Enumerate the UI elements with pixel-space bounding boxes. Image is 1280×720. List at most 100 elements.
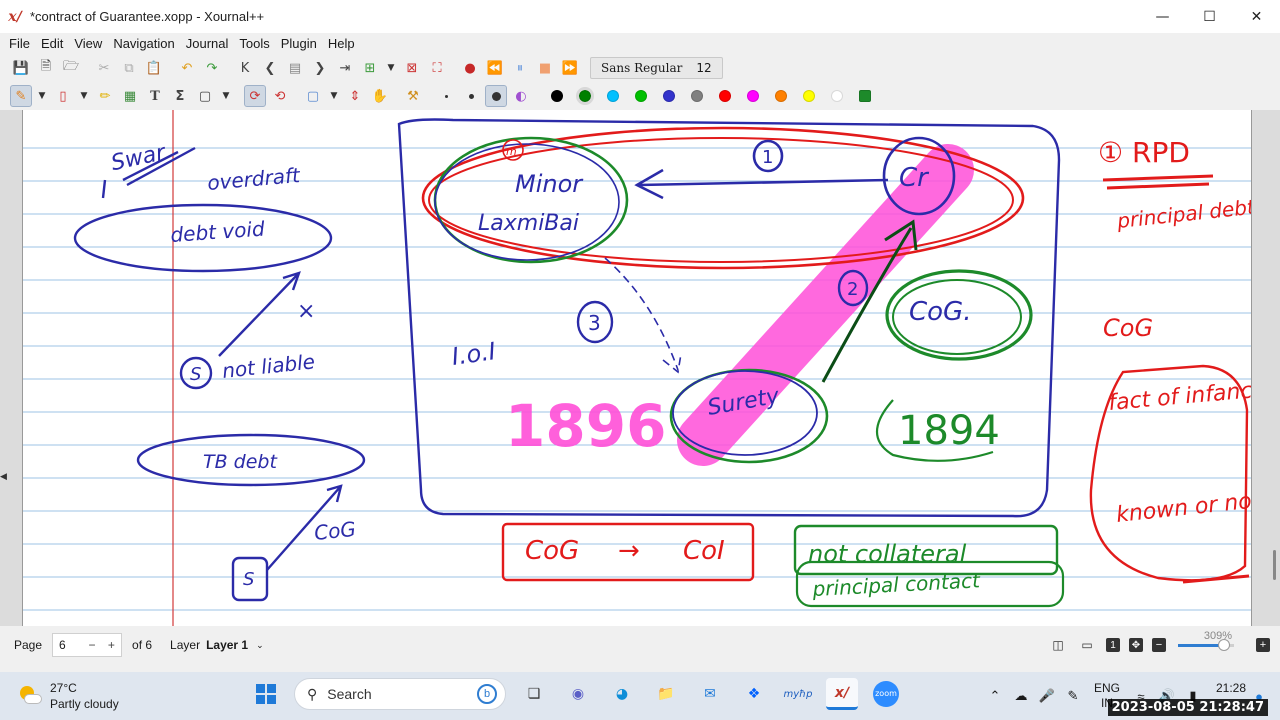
pause-icon[interactable]: ⏸ bbox=[509, 57, 531, 79]
windows-start-icon[interactable] bbox=[250, 678, 282, 710]
microphone-icon[interactable]: 🎤 bbox=[1034, 688, 1060, 704]
zoom-100-icon[interactable]: 1 bbox=[1106, 638, 1120, 652]
ruler-snap-icon[interactable]: ⟳ bbox=[244, 85, 266, 107]
color-green-swatch[interactable] bbox=[576, 87, 594, 105]
menu-plugin[interactable]: Plugin bbox=[280, 36, 318, 51]
color-orange-swatch[interactable] bbox=[775, 90, 787, 102]
shape-icon[interactable]: ▢ bbox=[194, 85, 216, 107]
presentation-icon[interactable]: ▭ bbox=[1077, 635, 1097, 655]
myhp-icon[interactable]: myħp bbox=[782, 678, 814, 710]
menu-navigation[interactable]: Navigation bbox=[112, 36, 175, 51]
goto-page-icon[interactable]: ▤ bbox=[284, 57, 306, 79]
vertical-scrollbar[interactable] bbox=[1273, 550, 1276, 580]
formula-icon[interactable]: Σ bbox=[169, 85, 191, 107]
close-button[interactable]: ✕ bbox=[1233, 0, 1280, 33]
mail-icon[interactable]: ✉ bbox=[694, 678, 726, 710]
collapse-sidebar-icon[interactable]: ◀ bbox=[0, 472, 7, 482]
next-page-icon[interactable]: ❯ bbox=[309, 57, 331, 79]
new-document-icon[interactable]: 🗎 bbox=[35, 57, 57, 79]
file-explorer-icon[interactable]: 📁 bbox=[650, 678, 682, 710]
layer-select[interactable]: Layer 1 bbox=[206, 638, 248, 652]
forward-icon[interactable]: ⏩ bbox=[559, 57, 581, 79]
previous-page-icon[interactable]: ❮ bbox=[259, 57, 281, 79]
pen-dropdown-icon[interactable]: ▼ bbox=[35, 85, 49, 107]
color-magenta-swatch[interactable] bbox=[747, 90, 759, 102]
select-rect-icon[interactable]: ▢ bbox=[302, 85, 324, 107]
open-folder-icon[interactable]: 🗁 bbox=[60, 57, 82, 79]
delete-page-icon[interactable]: ⊠ bbox=[401, 57, 423, 79]
dropbox-icon[interactable]: ❖ bbox=[738, 678, 770, 710]
menu-edit[interactable]: Edit bbox=[40, 36, 64, 51]
cloud-icon[interactable]: ☁ bbox=[1008, 688, 1034, 704]
zoom-fit-icon[interactable]: ✥ bbox=[1129, 638, 1143, 652]
zoom-app-icon[interactable]: zoom bbox=[870, 678, 902, 710]
font-selector[interactable]: Sans Regular 12 bbox=[590, 57, 723, 79]
text-icon[interactable]: T bbox=[144, 85, 166, 107]
highlighter-icon[interactable]: ✏ bbox=[94, 85, 116, 107]
color-lightblue-swatch[interactable] bbox=[607, 90, 619, 102]
taskbar-search[interactable]: ⚲ Search b bbox=[294, 678, 506, 710]
page-input[interactable]: 6 bbox=[53, 638, 82, 652]
color-gray-swatch[interactable] bbox=[691, 90, 703, 102]
redo-icon[interactable]: ↷ bbox=[201, 57, 223, 79]
page-minus-button[interactable]: − bbox=[82, 638, 101, 652]
maximize-button[interactable]: ☐ bbox=[1186, 0, 1233, 33]
color-white-swatch[interactable] bbox=[831, 90, 843, 102]
page-spinner[interactable]: 6 − + bbox=[52, 633, 123, 657]
layer-dropdown-icon[interactable]: ⌄ bbox=[256, 640, 264, 651]
vertical-space-icon[interactable]: ⇕ bbox=[344, 85, 366, 107]
edge-icon[interactable]: ◕ bbox=[606, 678, 638, 710]
paste-icon[interactable]: 📋 bbox=[143, 57, 165, 79]
two-pages-icon[interactable]: ◫ bbox=[1048, 635, 1068, 655]
last-page-icon[interactable]: ⇥ bbox=[334, 57, 356, 79]
color-yellow-swatch[interactable] bbox=[803, 90, 815, 102]
image-icon[interactable]: ▦ bbox=[119, 85, 141, 107]
page-drawing[interactable]: Swar overdraft debt void × S not liable … bbox=[23, 110, 1252, 626]
shape-dropdown-icon[interactable]: ▼ bbox=[219, 85, 233, 107]
zoom-out-icon[interactable]: − bbox=[1152, 638, 1166, 652]
menu-journal[interactable]: Journal bbox=[185, 36, 230, 51]
teams-icon[interactable]: ◉ bbox=[562, 678, 594, 710]
stop-icon[interactable]: ■ bbox=[534, 57, 556, 79]
fullscreen-icon[interactable]: ⛶ bbox=[426, 57, 448, 79]
tool-settings-icon[interactable]: ⚒ bbox=[402, 85, 424, 107]
record-icon[interactable]: ● bbox=[459, 57, 481, 79]
medium-thickness-icon[interactable] bbox=[460, 85, 482, 107]
custom-color-icon[interactable] bbox=[859, 90, 871, 102]
menu-help[interactable]: Help bbox=[327, 36, 356, 51]
copy-icon[interactable]: ⧉ bbox=[118, 57, 140, 79]
save-icon[interactable]: 💾 bbox=[10, 57, 32, 79]
canvas-area[interactable]: ◀ Swar overdraft debt void × S not liabl… bbox=[0, 110, 1280, 626]
fill-icon[interactable]: ◐ bbox=[510, 85, 532, 107]
insert-page-icon[interactable]: ⊞ bbox=[359, 57, 381, 79]
minimize-button[interactable]: — bbox=[1139, 0, 1186, 33]
undo-icon[interactable]: ↶ bbox=[176, 57, 198, 79]
cut-icon[interactable]: ✂ bbox=[93, 57, 115, 79]
pen-icon[interactable]: ✎ bbox=[10, 85, 32, 107]
note-page[interactable]: Swar overdraft debt void × S not liable … bbox=[22, 110, 1252, 626]
fine-thickness-icon[interactable] bbox=[435, 85, 457, 107]
eraser-icon[interactable]: ▯ bbox=[52, 85, 74, 107]
color-blue-swatch[interactable] bbox=[663, 90, 675, 102]
eraser-dropdown-icon[interactable]: ▼ bbox=[77, 85, 91, 107]
thick-thickness-icon[interactable] bbox=[485, 85, 507, 107]
menu-view[interactable]: View bbox=[73, 36, 103, 51]
zoom-slider[interactable] bbox=[1178, 638, 1234, 651]
xournal-taskbar-icon[interactable]: x∕ bbox=[826, 678, 858, 710]
menu-file[interactable]: File bbox=[8, 36, 31, 51]
select-dropdown-icon[interactable]: ▼ bbox=[327, 85, 341, 107]
insert-page-dropdown-icon[interactable]: ▼ bbox=[384, 57, 398, 79]
page-plus-button[interactable]: + bbox=[102, 638, 121, 652]
chevron-up-icon[interactable]: ⌃ bbox=[982, 688, 1008, 704]
weather-widget[interactable]: 27°C Partly cloudy bbox=[18, 680, 119, 712]
hand-icon[interactable]: ✋ bbox=[369, 85, 391, 107]
color-lightgreen-swatch[interactable] bbox=[635, 90, 647, 102]
first-page-icon[interactable]: K bbox=[234, 57, 256, 79]
pen-tray-icon[interactable]: ✎ bbox=[1060, 688, 1086, 704]
rewind-icon[interactable]: ⏪ bbox=[484, 57, 506, 79]
color-black-swatch[interactable] bbox=[551, 90, 563, 102]
task-view-icon[interactable]: ❏ bbox=[518, 678, 550, 710]
menu-tools[interactable]: Tools bbox=[238, 36, 270, 51]
zoom-in-icon[interactable]: + bbox=[1256, 638, 1270, 652]
shape-recognizer-icon[interactable]: ⟲ bbox=[269, 85, 291, 107]
